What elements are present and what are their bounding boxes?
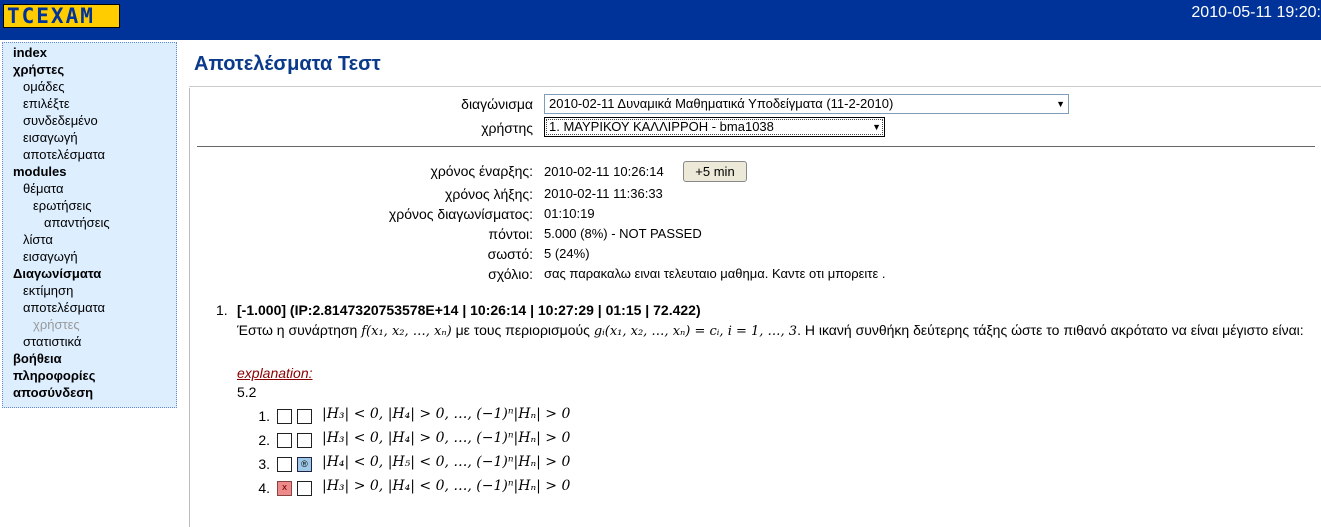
start-time-label: χρόνος έναρξης: xyxy=(430,163,533,179)
question-text-part-1: Έστω η συνάρτηση xyxy=(237,322,358,338)
test-select-value: 2010-02-11 Δυναμικά Μαθηματικά Υποδείγμα… xyxy=(549,96,894,111)
menu-item-tests[interactable]: Διαγωνίσματα xyxy=(13,266,101,282)
question-text: Έστω η συνάρτηση f(x₁, x₂, …, xₙ) με του… xyxy=(237,322,1319,340)
answer-text: |H₃| < 0, |H₄| > 0, …, (−1)ⁿ|Hₙ| > 0 xyxy=(322,406,571,422)
answer-number: 1. xyxy=(258,408,270,424)
answer-user-selection: ® xyxy=(297,457,312,472)
menu-item-groups[interactable]: ομάδες xyxy=(23,79,65,95)
question-text-part-2: με τους περιορισμούς xyxy=(455,322,590,338)
question-header: [-1.000] (IP:2.8147320753578E+14 | 10:26… xyxy=(237,302,701,318)
title-divider xyxy=(189,86,1321,87)
menu-item-users[interactable]: χρήστες xyxy=(13,62,64,78)
menu-item-list[interactable]: λίστα xyxy=(23,232,53,248)
answer-text: |H₄| < 0, |H₅| < 0, …, (−1)ⁿ|Hₙ| > 0 xyxy=(322,454,571,470)
explanation-label: explanation: xyxy=(237,365,313,381)
chevron-down-icon: ▼ xyxy=(1056,99,1065,109)
menu-item-test-users: χρήστες xyxy=(33,317,80,332)
menu-item-import-users[interactable]: εισαγωγή xyxy=(23,130,78,146)
menu-item-statistics[interactable]: στατιστικά xyxy=(23,334,81,350)
end-time-value: 2010-02-11 11:36:33 xyxy=(544,186,663,201)
end-time-label: χρόνος λήξης: xyxy=(445,186,533,202)
menu-item-modules[interactable]: modules xyxy=(13,164,66,180)
menu-item-subjects[interactable]: θέματα xyxy=(23,181,64,197)
comment-value: σας παρακαλω ειναι τελευταιο μαθημα. Καν… xyxy=(544,266,886,281)
menu-item-help[interactable]: βοήθεια xyxy=(13,351,62,367)
menu-item-select[interactable]: επιλέξτε xyxy=(23,96,70,112)
answer-text: |H₃| < 0, |H₄| > 0, …, (−1)ⁿ|Hₙ| > 0 xyxy=(322,430,571,446)
user-select-value: 1. ΜΑΥΡΙΚΟΥ ΚΑΛΛΙΡΡΟΗ - bma1038 xyxy=(549,119,774,134)
menu-item-user-results[interactable]: αποτελέσματα xyxy=(23,147,105,163)
content-left-border xyxy=(189,88,190,527)
main-menu: index χρήστες ομάδες επιλέξτε συνδεδεμέν… xyxy=(2,42,177,408)
tcexam-logo[interactable]: TCEXAM xyxy=(3,4,120,28)
question-number: 1. xyxy=(216,302,228,318)
answer-text: |H₃| > 0, |H₄| < 0, …, (−1)ⁿ|Hₙ| > 0 xyxy=(322,478,571,494)
menu-item-test-results[interactable]: αποτελέσματα xyxy=(23,300,105,316)
test-label: διαγώνισμα xyxy=(461,96,533,112)
menu-item-info[interactable]: πληροφορίες xyxy=(13,368,95,384)
correct-label: σωστό: xyxy=(487,246,533,262)
question-text-part-3: . Η ικανή συνθήκη δεύτερης τάξης ώστε το… xyxy=(797,322,1304,338)
answer-number: 2. xyxy=(258,432,270,448)
menu-item-import-modules[interactable]: εισαγωγή xyxy=(23,249,78,265)
question-math-constraints: gᵢ(x₁, x₂, …, xₙ) = cᵢ, i = 1, …, 3 xyxy=(593,324,798,339)
user-select[interactable]: 1. ΜΑΥΡΙΚΟΥ ΚΑΛΛΙΡΡΟΗ - bma1038 ▼ xyxy=(544,117,885,137)
menu-item-rating[interactable]: εκτίμηση xyxy=(23,283,73,299)
answer-user-selection xyxy=(297,481,312,496)
comment-label: σχόλιο: xyxy=(488,266,533,282)
answer-right-marker xyxy=(277,433,292,448)
chevron-down-icon: ▼ xyxy=(872,122,881,132)
top-bar: TCEXAM 2010-05-11 19:20: xyxy=(0,0,1321,40)
test-select[interactable]: 2010-02-11 Δυναμικά Μαθηματικά Υποδείγμα… xyxy=(544,94,1069,114)
correct-value: 5 (24%) xyxy=(544,246,590,261)
header-datetime: 2010-05-11 19:20: xyxy=(1191,4,1321,21)
add-5-min-button[interactable]: +5 min xyxy=(683,161,747,182)
menu-item-online[interactable]: συνδεδεμένο xyxy=(23,113,98,129)
answer-number: 4. xyxy=(258,480,270,496)
duration-value: 01:10:19 xyxy=(544,206,595,221)
answer-right-marker xyxy=(277,409,292,424)
points-label: πόντοι: xyxy=(488,226,533,242)
menu-item-logout[interactable]: αποσύνδεση xyxy=(13,385,93,401)
answer-right-marker: x xyxy=(277,481,292,496)
menu-item-questions[interactable]: ερωτήσεις xyxy=(33,198,92,214)
answer-number: 3. xyxy=(258,456,270,472)
explanation-text: 5.2 xyxy=(237,384,257,400)
start-time-value: 2010-02-11 10:26:14 xyxy=(544,164,664,179)
page-title: Αποτελέσματα Τεστ xyxy=(194,53,381,75)
question-math-function: f(x₁, x₂, …, xₙ) xyxy=(361,324,452,339)
logo-text: TCEXAM xyxy=(7,4,95,28)
points-value: 5.000 (8%) - NOT PASSED xyxy=(544,226,702,241)
answer-right-marker xyxy=(277,457,292,472)
menu-item-answers[interactable]: απαντήσεις xyxy=(44,215,110,231)
user-label: χρήστης xyxy=(481,120,533,136)
form-divider xyxy=(197,146,1315,147)
answer-user-selection xyxy=(297,433,312,448)
duration-label: χρόνος διαγωνίσματος: xyxy=(388,206,533,222)
answer-user-selection xyxy=(297,409,312,424)
menu-item-index[interactable]: index xyxy=(13,45,47,61)
